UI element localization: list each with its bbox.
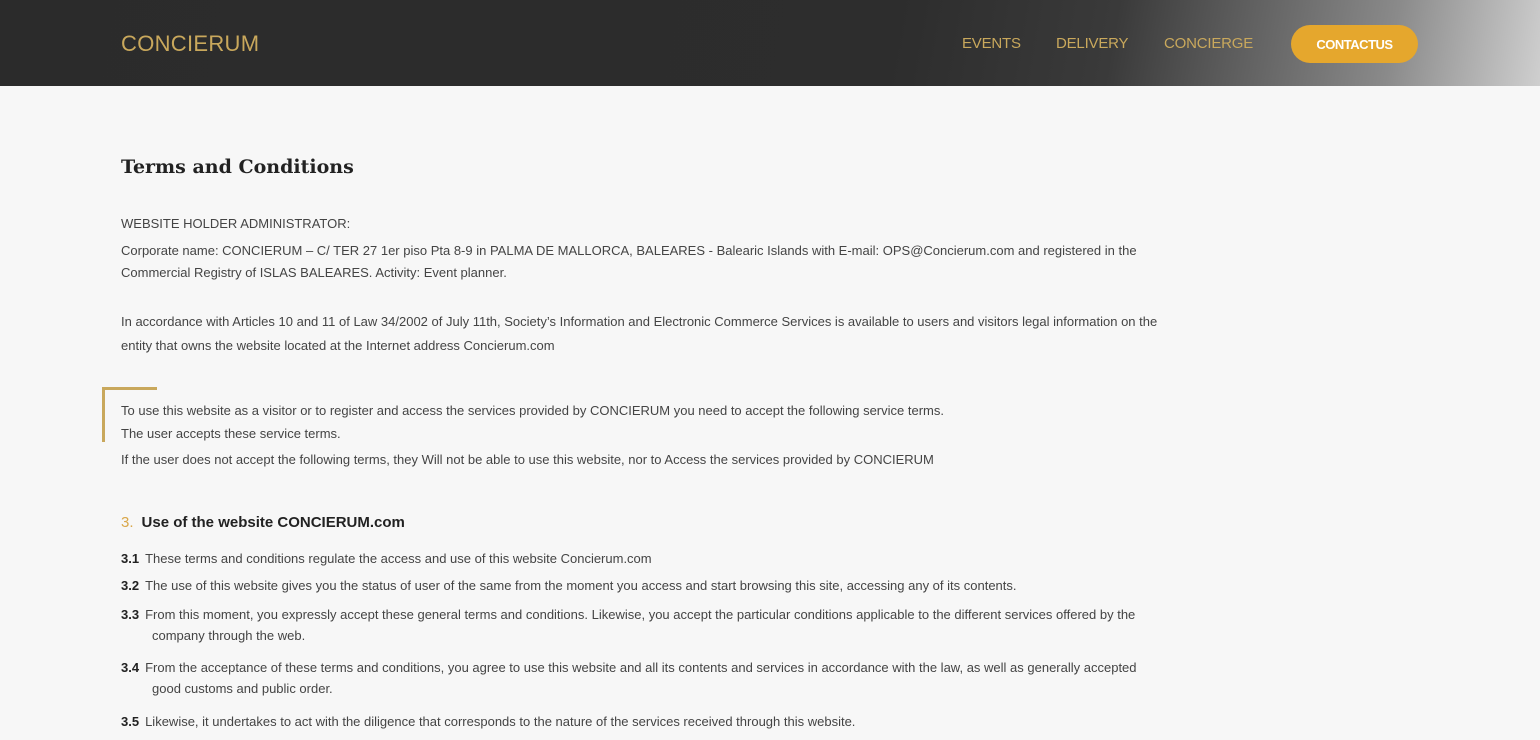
brand-logo[interactable]: CONCIERUM <box>121 31 259 57</box>
callout-line-1: To use this website as a visitor or to r… <box>121 403 944 418</box>
accordance-line-2: entity that owns the website located at … <box>121 338 555 353</box>
callout-line-3: If the user does not accept the followin… <box>121 452 934 467</box>
clause-text-continued: company through the web. <box>152 628 306 643</box>
clause-item: 3.4 From the acceptance of these terms an… <box>121 657 1411 699</box>
top-navbar: CONCIERUM EVENTS DELIVERY CONCIERGE CONT… <box>0 0 1540 86</box>
clause-text: The use of this website gives you the st… <box>145 578 1017 593</box>
callout-line-2: The user accepts these service terms. <box>121 426 341 441</box>
corporate-line-1: Corporate name: CONCIERUM – C/ TER 27 1e… <box>121 243 1137 258</box>
clause-item: 3.2 The use of this website gives you the… <box>121 575 1411 596</box>
section-title: Use of the website CONCIERUM.com <box>141 514 405 531</box>
clause-number: 3.5 <box>121 714 140 729</box>
clause-item: 3.1 These terms and conditions regulate t… <box>121 548 1411 569</box>
clause-number: 3.1 <box>121 551 140 566</box>
nav-link-concierge[interactable]: CONCIERGE <box>1164 35 1253 52</box>
section-number: 3. <box>121 514 134 531</box>
contact-us-button[interactable]: CONTACTUS <box>1291 25 1418 63</box>
nav-link-delivery[interactable]: DELIVERY <box>1056 35 1129 52</box>
page-title: Terms and Conditions <box>121 156 354 178</box>
clause-text: From this moment, you expressly accept t… <box>145 607 1136 622</box>
accordance-line-1: In accordance with Articles 10 and 11 of… <box>121 314 1158 329</box>
callout-accent-bar-top <box>102 387 157 390</box>
nav-link-events[interactable]: EVENTS <box>962 35 1021 52</box>
corporate-line-2: Commercial Registry of ISLAS BALEARES. A… <box>121 265 507 280</box>
admin-label: WEBSITE HOLDER ADMINISTRATOR: <box>121 216 351 231</box>
clause-text: Likewise, it undertakes to act with the … <box>145 714 856 729</box>
clause-text: These terms and conditions regulate the … <box>145 551 652 566</box>
clause-number: 3.2 <box>121 578 140 593</box>
clause-item: 3.3 From this moment, you expressly accep… <box>121 604 1411 646</box>
clause-item: 3.5 Likewise, it undertakes to act with t… <box>121 711 1411 732</box>
clause-number: 3.3 <box>121 607 140 622</box>
clause-number: 3.4 <box>121 660 140 675</box>
section-heading: 3. Use of the website CONCIERUM.com <box>121 514 405 531</box>
callout-accent-bar <box>102 387 105 442</box>
clause-text: From the acceptance of these terms and c… <box>145 660 1137 675</box>
clause-text-continued: good customs and public order. <box>152 681 333 696</box>
